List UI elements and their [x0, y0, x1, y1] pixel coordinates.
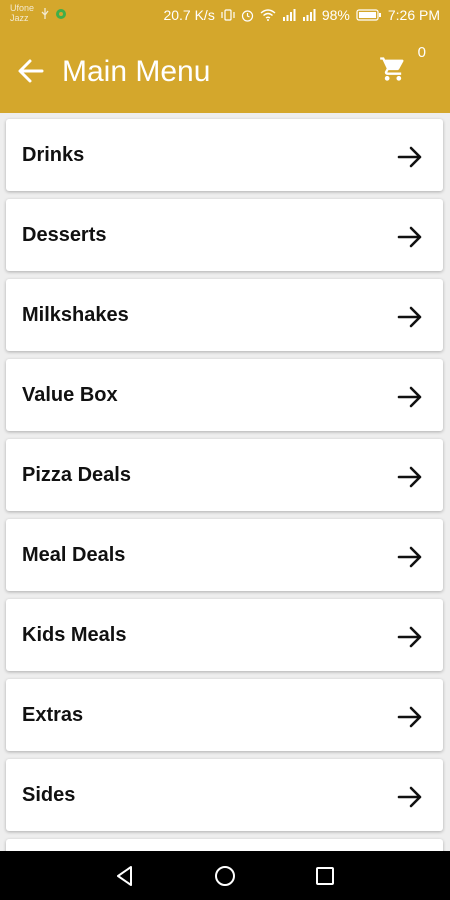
menu-item-label: Value Box	[22, 383, 118, 406]
menu-item-milkshakes[interactable]: Milkshakes	[6, 279, 443, 351]
menu-item-desserts[interactable]: Desserts	[6, 199, 443, 271]
nav-recents-button[interactable]	[312, 863, 338, 889]
menu-item-extras[interactable]: Extras	[6, 679, 443, 751]
nav-back-button[interactable]	[112, 863, 138, 889]
arrow-right-icon	[395, 222, 425, 252]
vibrate-icon	[221, 9, 235, 21]
screen: Ufone Jazz 20.7 K/s 98% 7:26 PM Main Men…	[0, 0, 450, 900]
menu-item-kids-meals[interactable]: Kids Meals	[6, 599, 443, 671]
app-notification-icon	[56, 9, 66, 19]
menu-item-drinks[interactable]: Drinks	[6, 119, 443, 191]
arrow-left-icon	[18, 59, 44, 83]
triangle-back-icon	[117, 866, 132, 886]
status-notification-icons	[40, 8, 67, 20]
menu-list[interactable]: Drinks Desserts Milkshakes Value Box Piz…	[0, 113, 450, 851]
carrier-line-2: Jazz	[10, 13, 29, 23]
carrier-line-1: Ufone	[10, 3, 35, 13]
battery-icon	[356, 9, 382, 21]
menu-item-meal-deals[interactable]: Meal Deals	[6, 519, 443, 591]
arrow-right-icon	[395, 382, 425, 412]
alarm-icon	[241, 9, 254, 22]
shopping-cart-icon	[380, 57, 404, 81]
cart-count-badge: 0	[417, 44, 426, 61]
app-bar: Ufone Jazz 20.7 K/s 98% 7:26 PM Main Men…	[0, 0, 450, 113]
cart-button[interactable]	[376, 52, 410, 86]
menu-item-label: Meal Deals	[22, 543, 126, 566]
toolbar: Main Menu 0	[0, 44, 450, 100]
menu-item-label: Desserts	[22, 223, 107, 246]
menu-item-label: Extras	[22, 703, 84, 726]
menu-item-label: Milkshakes	[22, 303, 129, 326]
usb-icon	[41, 8, 49, 19]
menu-item-label: Sides	[22, 783, 76, 806]
menu-item-pizza-deals[interactable]: Pizza Deals	[6, 439, 443, 511]
arrow-right-icon	[395, 622, 425, 652]
arrow-right-icon	[395, 142, 425, 172]
menu-item-sides[interactable]: Sides	[6, 759, 443, 831]
status-right-group: 20.7 K/s 98% 7:26 PM	[163, 7, 440, 23]
wifi-icon	[260, 9, 276, 21]
carrier-label: Ufone Jazz	[10, 3, 34, 23]
status-bar: Ufone Jazz 20.7 K/s 98% 7:26 PM	[0, 0, 450, 32]
page-title: Main Menu	[62, 55, 211, 88]
nav-home-button[interactable]	[212, 863, 238, 889]
battery-percent: 98%	[321, 7, 350, 23]
arrow-right-icon	[395, 542, 425, 572]
network-speed: 20.7 K/s	[163, 7, 215, 23]
square-recents-icon	[316, 867, 334, 885]
menu-item-value-box[interactable]: Value Box	[6, 359, 443, 431]
menu-item-label: Pizza Deals	[22, 463, 131, 486]
system-nav-bar	[0, 851, 450, 900]
arrow-right-icon	[395, 702, 425, 732]
circle-home-icon	[215, 866, 235, 886]
signal-icon-sim1	[282, 9, 296, 21]
arrow-right-icon	[395, 462, 425, 492]
menu-item-partial[interactable]	[6, 839, 443, 851]
back-button[interactable]	[14, 54, 48, 88]
menu-item-label: Drinks	[22, 143, 85, 166]
signal-icon-sim2	[302, 9, 316, 21]
menu-item-label: Kids Meals	[22, 623, 127, 646]
arrow-right-icon	[395, 302, 425, 332]
clock: 7:26 PM	[387, 7, 440, 23]
arrow-right-icon	[395, 782, 425, 812]
